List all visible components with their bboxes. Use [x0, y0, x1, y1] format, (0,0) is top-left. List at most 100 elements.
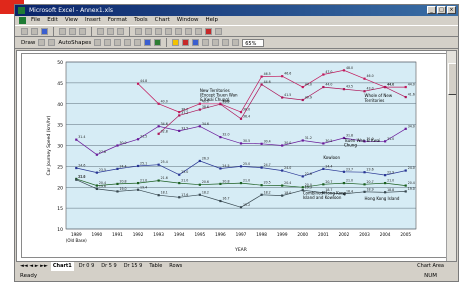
- data-point: [301, 175, 304, 178]
- data-point: [157, 179, 160, 182]
- undo-icon[interactable]: [135, 27, 142, 35]
- zoom-box[interactable]: 65%: [242, 38, 265, 47]
- data-point: [342, 181, 346, 185]
- data-point: [219, 136, 222, 139]
- sheet-tab-4[interactable]: Dr 15 9: [122, 262, 145, 271]
- shadow-icon[interactable]: [222, 39, 230, 46]
- close-button[interactable]: ×: [447, 6, 456, 14]
- chart-area[interactable]: 10 15 20 25 30 35 40 45 50 1989 1990 1991 1992 1993 19…: [21, 53, 447, 258]
- rectangle-tool-icon[interactable]: [114, 39, 122, 46]
- autosum-icon[interactable]: [165, 27, 172, 35]
- menu-edit[interactable]: Edit: [47, 16, 58, 25]
- tab-nav-arrows[interactable]: ◄◄ ◄ ► ►►: [20, 262, 48, 271]
- x-tick-label: 1998: [256, 232, 267, 237]
- data-label: 34.6: [161, 122, 168, 126]
- data-point: [198, 193, 201, 196]
- data-point: [95, 187, 98, 191]
- vertical-scrollbar[interactable]: [446, 51, 456, 261]
- wordart-icon[interactable]: [144, 39, 152, 46]
- arrow-tool-icon[interactable]: [104, 39, 112, 46]
- sheet-tab-6[interactable]: Rows: [167, 262, 184, 271]
- menu-insert[interactable]: Insert: [85, 16, 101, 25]
- data-point: [260, 75, 263, 78]
- sheet-tab-3[interactable]: Dr 5 9: [99, 262, 118, 271]
- data-point: [116, 167, 119, 170]
- open-icon[interactable]: [31, 27, 38, 35]
- text-color-icon[interactable]: [192, 39, 200, 46]
- menu-help[interactable]: Help: [205, 16, 218, 25]
- scrollbar-thumb[interactable]: [448, 63, 456, 95]
- data-point: [260, 184, 263, 187]
- annotation-line: Kowloon: [323, 155, 340, 160]
- data-label: 25.1: [140, 161, 147, 165]
- chart-wizard-icon[interactable]: [185, 27, 192, 35]
- data-point: [198, 125, 201, 128]
- data-label: 24.0: [408, 166, 415, 170]
- sheet-tab-5[interactable]: Table: [147, 262, 164, 271]
- sort-icon[interactable]: [175, 27, 182, 35]
- select-pointer-icon[interactable]: [38, 39, 46, 46]
- textbox-tool-icon[interactable]: [134, 39, 142, 46]
- menu-chart[interactable]: Chart: [155, 16, 170, 25]
- menu-view[interactable]: View: [65, 16, 78, 25]
- data-label: 33.5: [181, 126, 188, 130]
- cut-icon[interactable]: [97, 27, 104, 35]
- data-point: [157, 125, 160, 128]
- oval-tool-icon[interactable]: [124, 39, 132, 46]
- data-point: [384, 181, 387, 185]
- y-axis-title: Car Journey Speed (km/hr): [46, 115, 52, 175]
- font-color-icon[interactable]: [205, 27, 212, 35]
- redo-icon[interactable]: [145, 27, 152, 35]
- minimize-button[interactable]: _: [427, 6, 436, 14]
- print-icon[interactable]: [59, 27, 66, 35]
- spell-icon[interactable]: [79, 27, 86, 35]
- preview-icon[interactable]: [69, 27, 76, 35]
- paste-icon[interactable]: [117, 27, 124, 35]
- data-point: [281, 75, 284, 78]
- autoshapes-menu[interactable]: AutoShapes: [58, 40, 91, 46]
- free-rotate-icon[interactable]: [48, 39, 56, 46]
- data-point: [198, 108, 201, 111]
- menu-window[interactable]: Window: [177, 16, 199, 25]
- data-label: 23.5: [99, 168, 106, 172]
- data-point: [178, 129, 181, 132]
- data-point: [178, 173, 181, 176]
- clipart-icon[interactable]: [154, 39, 162, 46]
- line-tool-icon[interactable]: [94, 39, 102, 46]
- dash-style-icon[interactable]: [212, 39, 220, 46]
- data-label: 41.6: [408, 93, 415, 97]
- help-icon[interactable]: [215, 27, 222, 35]
- menu-file[interactable]: File: [31, 16, 40, 25]
- data-point: [219, 199, 222, 203]
- data-point: [239, 206, 243, 209]
- sheet-tab-2[interactable]: Dr 0 9: [77, 262, 96, 271]
- sheet-tab-chart1[interactable]: Chart1: [50, 262, 74, 271]
- fill-color-icon[interactable]: [172, 39, 180, 46]
- maximize-button[interactable]: □: [437, 6, 446, 14]
- save-icon[interactable]: [41, 27, 48, 35]
- data-label: 18.1: [161, 191, 168, 195]
- line-color-icon[interactable]: [182, 39, 190, 46]
- data-label: 26.3: [202, 156, 209, 160]
- chart-name-box[interactable]: Chart Area: [417, 262, 444, 271]
- sheet-tab-bar: ◄◄ ◄ ► ►► Chart1 Dr 0 9 Dr 5 9 Dr 15 9 T…: [16, 262, 457, 271]
- hyperlink-icon[interactable]: [155, 27, 162, 35]
- copy-icon[interactable]: [107, 27, 114, 35]
- data-label: 15.2: [243, 203, 250, 207]
- menu-tools[interactable]: Tools: [134, 16, 148, 25]
- draw-menu[interactable]: Draw: [21, 40, 35, 46]
- new-icon[interactable]: [21, 27, 28, 35]
- data-point: [322, 183, 325, 186]
- document-icon[interactable]: [19, 17, 26, 24]
- data-point: [342, 88, 346, 91]
- 3d-icon[interactable]: [232, 39, 240, 46]
- y-tick-label: 20: [57, 185, 63, 191]
- data-label: 24.5: [222, 164, 229, 168]
- data-point: [136, 188, 140, 191]
- data-label: 18.4: [346, 189, 353, 193]
- line-style-icon[interactable]: [202, 39, 210, 46]
- menu-format[interactable]: Format: [108, 16, 127, 25]
- excel-app-icon: [18, 7, 25, 14]
- data-label: 20.7: [325, 180, 332, 184]
- drawing-icon[interactable]: [195, 27, 202, 35]
